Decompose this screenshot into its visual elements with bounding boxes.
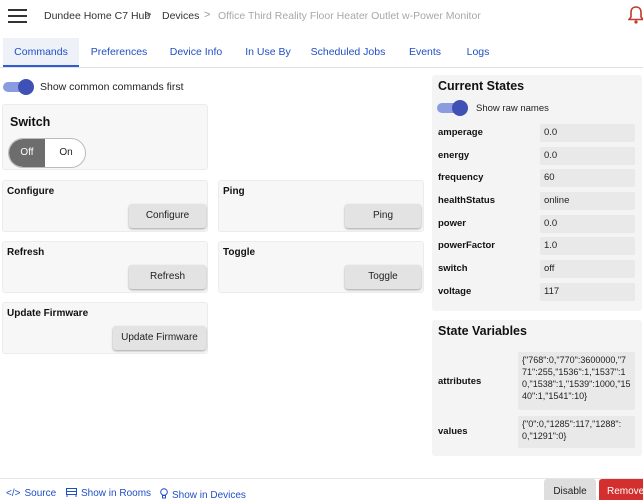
breadcrumb-devices[interactable]: Devices (162, 10, 199, 22)
top-bar: Dundee Home C7 Hub > Devices > Office Th… (0, 0, 643, 32)
state-name: voltage (438, 286, 472, 297)
variable-value: {"768":0,"770":3600000,"771":255,"1536":… (518, 352, 635, 410)
state-name: energy (438, 150, 470, 161)
update-firmware-title: Update Firmware (7, 308, 89, 319)
switch-title: Switch (10, 115, 51, 129)
bell-icon[interactable] (628, 5, 643, 25)
switch-segmented-control: Off On (8, 138, 86, 168)
variable-name: values (438, 426, 468, 437)
common-commands-label: Show common commands first (40, 81, 184, 93)
disable-button[interactable]: Disable (544, 479, 596, 500)
show-in-rooms-label: Show in Rooms (81, 488, 152, 499)
state-name: healthStatus (438, 195, 496, 206)
tab-bar: Commands Preferences Device Info In Use … (0, 38, 643, 68)
state-name: amperage (438, 127, 483, 138)
toggle-knob (18, 79, 34, 95)
switch-off-button[interactable]: Off (9, 139, 45, 167)
toggle-card: Toggle Toggle (218, 241, 424, 293)
breadcrumb-hub[interactable]: Dundee Home C7 Hub (44, 10, 150, 22)
state-value: 60 (540, 169, 635, 187)
state-value: 0.0 (540, 147, 635, 165)
state-value: 1.0 (540, 237, 635, 255)
tab-preferences[interactable]: Preferences (84, 38, 154, 67)
tab-scheduled-jobs[interactable]: Scheduled Jobs (306, 38, 390, 67)
toggle-title: Toggle (223, 247, 256, 258)
ping-card: Ping Ping (218, 180, 424, 232)
state-row: power 0.0 (432, 215, 642, 233)
variable-name: attributes (438, 376, 482, 387)
bulb-icon (160, 488, 168, 499)
configure-title: Configure (7, 186, 55, 197)
refresh-title: Refresh (7, 247, 45, 258)
state-row: powerFactor 1.0 (432, 237, 642, 255)
raw-names-toggle[interactable] (437, 100, 469, 116)
state-row: switch off (432, 260, 642, 278)
state-row: voltage 117 (432, 283, 642, 301)
variable-value: {"0":0,"1285":117,"1288":0,"1291":0} (518, 416, 635, 448)
state-name: switch (438, 263, 468, 274)
breadcrumb-device-name: Office Third Reality Floor Heater Outlet… (218, 10, 481, 22)
tab-commands[interactable]: Commands (3, 38, 79, 67)
current-states-panel: Current States Show raw names amperage 0… (432, 75, 642, 311)
toggle-button[interactable]: Toggle (345, 265, 421, 289)
state-value: 0.0 (540, 215, 635, 233)
breadcrumb-separator: > (204, 9, 211, 21)
state-row: amperage 0.0 (432, 124, 642, 142)
state-name: power (438, 218, 466, 229)
raw-names-label: Show raw names (476, 103, 549, 114)
update-firmware-button[interactable]: Update Firmware (113, 326, 206, 350)
tab-device-info[interactable]: Device Info (164, 38, 228, 67)
common-commands-toggle[interactable] (3, 79, 35, 95)
breadcrumb-separator: > (145, 9, 152, 21)
state-variables-panel: State Variables attributes {"768":0,"770… (432, 320, 642, 456)
show-in-devices-link[interactable]: Show in Devices (160, 488, 246, 500)
show-in-devices-label: Show in Devices (172, 490, 246, 500)
state-row: healthStatus online (432, 192, 642, 210)
update-firmware-card: Update Firmware Update Firmware (2, 302, 208, 354)
source-link[interactable]: </> Source (6, 488, 56, 499)
device-page: Dundee Home C7 Hub > Devices > Office Th… (0, 0, 643, 500)
current-states-title: Current States (438, 79, 525, 93)
switch-card: Switch Off On (2, 104, 208, 170)
state-value: off (540, 260, 635, 278)
switch-on-button[interactable]: On (46, 139, 85, 167)
state-value: online (540, 192, 635, 210)
tab-events[interactable]: Events (400, 38, 450, 67)
refresh-card: Refresh Refresh (2, 241, 208, 293)
state-row: energy 0.0 (432, 147, 642, 165)
tab-in-use-by[interactable]: In Use By (240, 38, 296, 67)
footer-bar: </> Source Show in Rooms Show in Devices … (0, 478, 643, 500)
ping-title: Ping (223, 186, 245, 197)
state-variables-title: State Variables (438, 324, 527, 338)
refresh-button[interactable]: Refresh (129, 265, 206, 289)
show-in-rooms-link[interactable]: Show in Rooms (66, 488, 151, 499)
state-value: 0.0 (540, 124, 635, 142)
rooms-icon (66, 488, 77, 497)
state-value: 117 (540, 283, 635, 301)
state-row: frequency 60 (432, 169, 642, 187)
source-link-label: Source (24, 488, 57, 499)
state-name: frequency (438, 172, 484, 183)
state-name: powerFactor (438, 240, 496, 251)
code-icon: </> (6, 488, 21, 499)
ping-button[interactable]: Ping (345, 204, 421, 228)
toggle-knob (452, 100, 468, 116)
remove-button[interactable]: Remove (599, 479, 643, 500)
tab-logs[interactable]: Logs (458, 38, 498, 67)
configure-card: Configure Configure (2, 180, 208, 232)
configure-button[interactable]: Configure (129, 204, 206, 228)
hamburger-icon[interactable] (8, 9, 27, 23)
